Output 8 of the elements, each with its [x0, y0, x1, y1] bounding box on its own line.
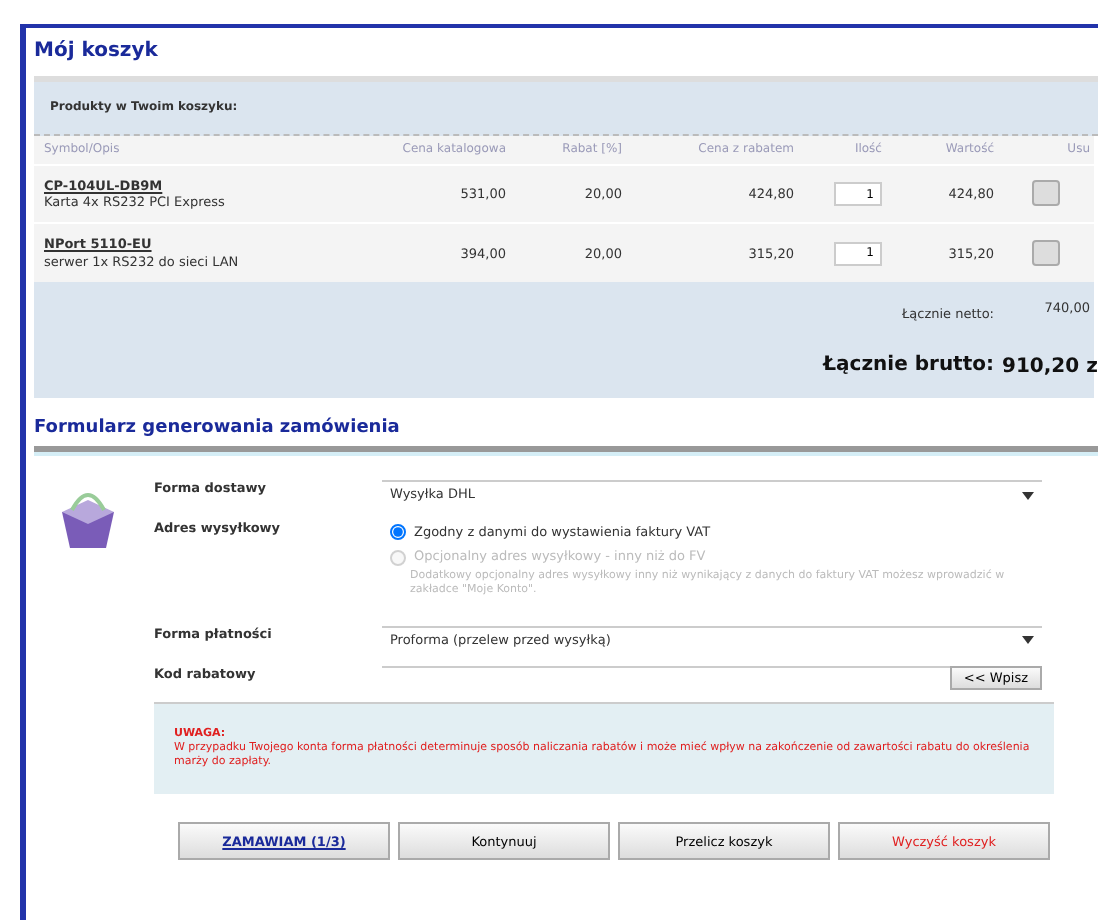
radio-button[interactable]: [390, 524, 406, 541]
remove-button[interactable]: [1032, 179, 1060, 206]
caret-icon: [1022, 491, 1034, 500]
gross-total-label: Łącznie brutto:: [823, 353, 994, 376]
caret-icon: [1022, 636, 1034, 645]
remove-button[interactable]: [1032, 239, 1060, 266]
gross-total-value: 910,20 z: [1002, 355, 1098, 378]
form-title: Formularz generowania zamówienia: [34, 397, 1098, 453]
